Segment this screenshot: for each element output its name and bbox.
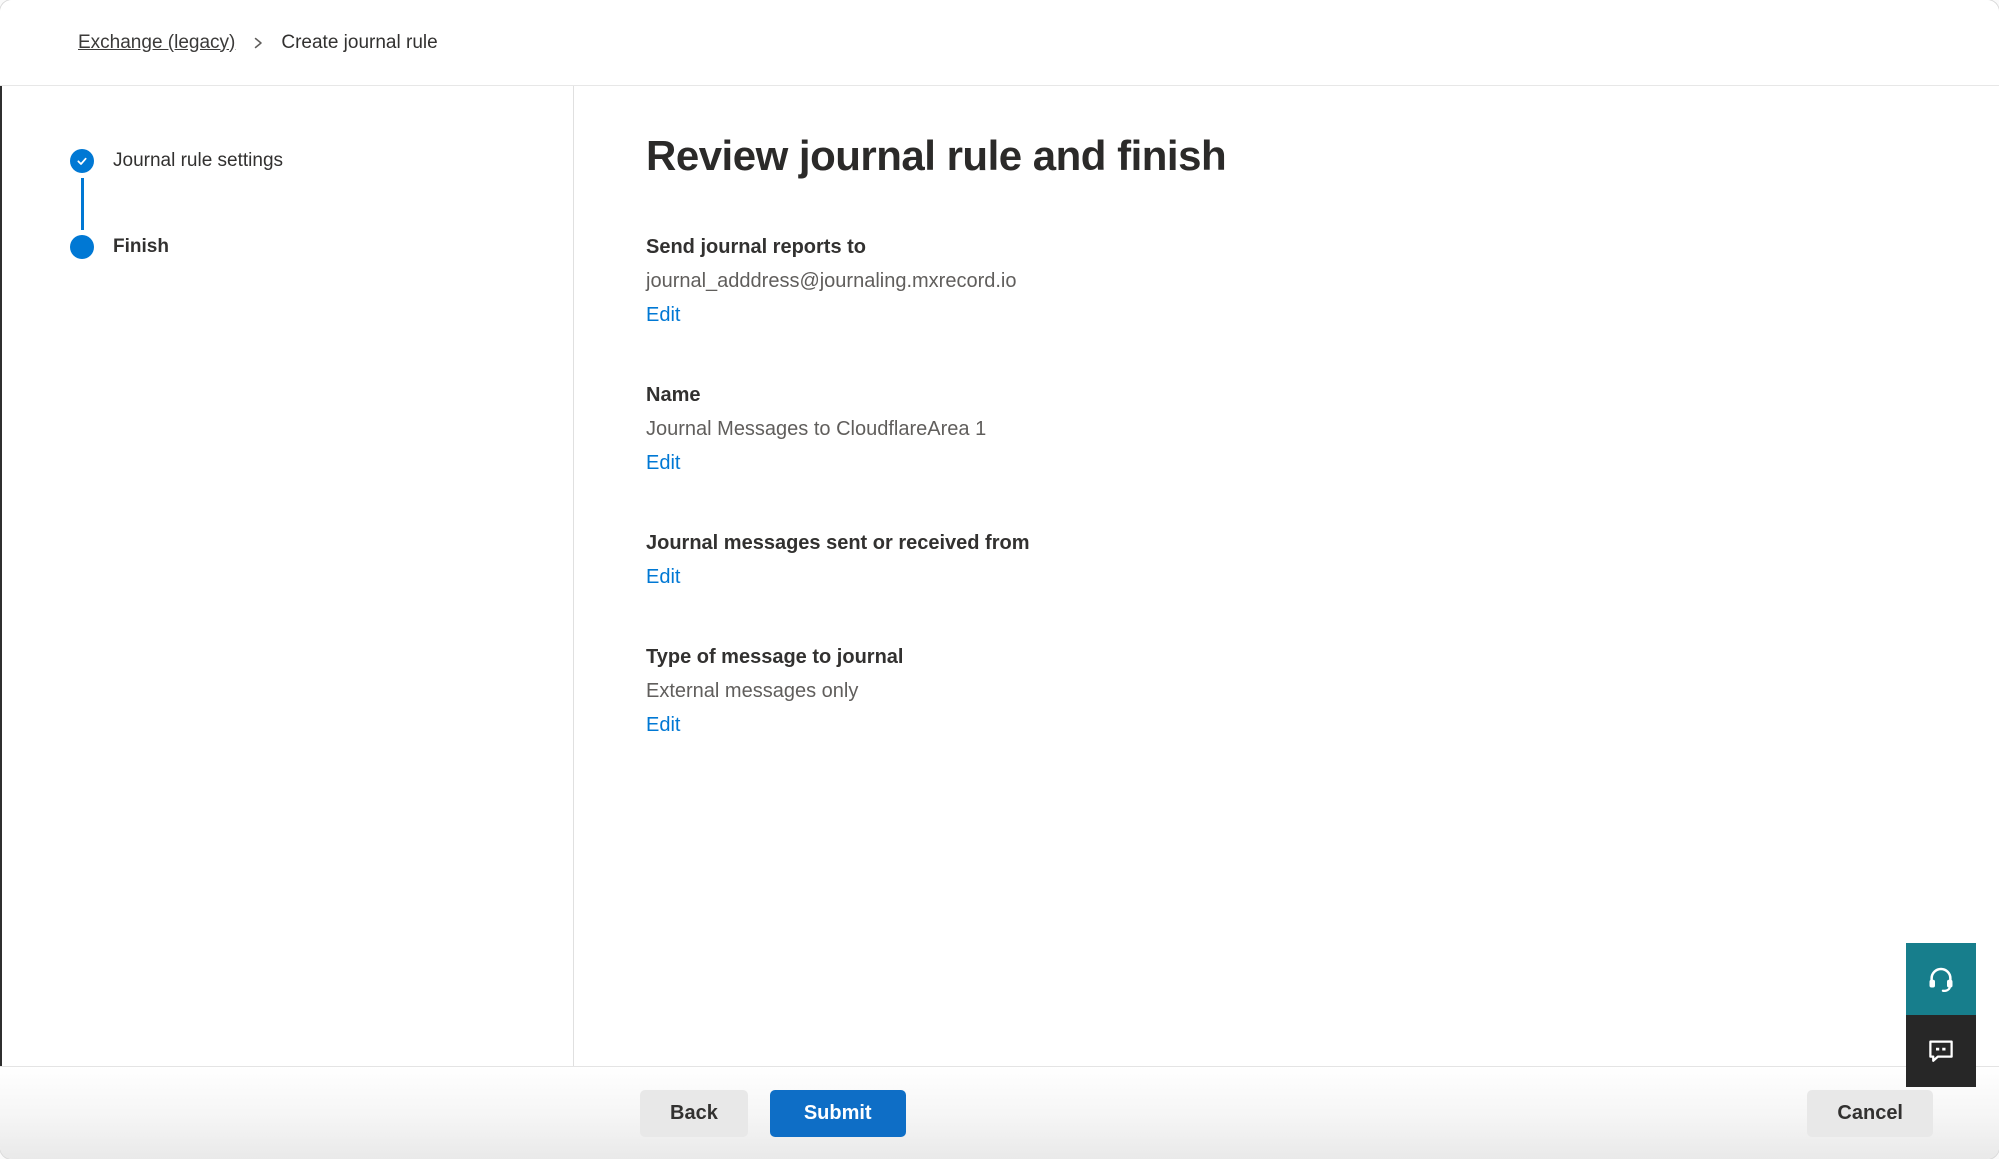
breadcrumb: Exchange (legacy) Create journal rule	[78, 32, 438, 54]
page-title: Review journal rule and finish	[646, 128, 1939, 184]
wizard-steps: Journal rule settings Finish	[0, 86, 573, 259]
section-name: Name Journal Messages to CloudflareArea …	[646, 378, 1939, 480]
message-type-value: External messages only	[646, 674, 1939, 708]
section-label: Send journal reports to	[646, 230, 1939, 264]
cancel-button[interactable]: Cancel	[1807, 1090, 1933, 1137]
chevron-right-icon	[251, 36, 265, 50]
back-button[interactable]: Back	[640, 1090, 748, 1137]
exchange-create-journal-rule-window: Exchange (legacy) Create journal rule Jo…	[0, 0, 1999, 1159]
footer-action-bar: Back Submit Cancel	[0, 1066, 1999, 1159]
edit-link-name[interactable]: Edit	[646, 446, 680, 480]
left-edge-strip	[0, 86, 2, 1066]
section-label: Type of message to journal	[646, 640, 1939, 674]
feedback-button[interactable]	[1906, 1015, 1976, 1087]
floating-buttons	[1906, 943, 1976, 1087]
help-button[interactable]	[1906, 943, 1976, 1015]
section-label: Name	[646, 378, 1939, 412]
section-type-of-message: Type of message to journal External mess…	[646, 640, 1939, 742]
edit-link-message-type[interactable]: Edit	[646, 708, 680, 742]
submit-button[interactable]: Submit	[770, 1090, 906, 1137]
main-content: Review journal rule and finish Send jour…	[575, 86, 1999, 1066]
step-connector-line	[81, 178, 84, 230]
current-step-dot-icon	[70, 235, 94, 259]
wizard-step-label: Journal rule settings	[113, 150, 283, 172]
journal-rule-name: Journal Messages to CloudflareArea 1	[646, 412, 1939, 446]
check-icon	[70, 149, 94, 173]
section-journal-messages-sent-or-received: Journal messages sent or received from E…	[646, 526, 1939, 594]
edit-link-sent-or-received[interactable]: Edit	[646, 560, 680, 594]
edit-link-send-journal-reports[interactable]: Edit	[646, 298, 680, 332]
journal-report-address: journal_adddress@journaling.mxrecord.io	[646, 264, 1939, 298]
breadcrumb-create-journal-rule: Create journal rule	[281, 32, 437, 54]
footer-left-actions: Back Submit	[640, 1090, 906, 1137]
breadcrumb-exchange-legacy[interactable]: Exchange (legacy)	[78, 32, 235, 54]
feedback-icon	[1926, 1036, 1956, 1066]
section-send-journal-reports-to: Send journal reports to journal_adddress…	[646, 230, 1939, 332]
headset-icon	[1926, 964, 1956, 994]
wizard-step-finish[interactable]: Finish	[70, 235, 573, 259]
wizard-step-journal-rule-settings[interactable]: Journal rule settings	[70, 149, 573, 173]
header: Exchange (legacy) Create journal rule	[0, 0, 1999, 86]
section-label: Journal messages sent or received from	[646, 526, 1939, 560]
wizard-step-label: Finish	[113, 236, 169, 258]
wizard-steps-panel: Journal rule settings Finish	[0, 86, 574, 1066]
